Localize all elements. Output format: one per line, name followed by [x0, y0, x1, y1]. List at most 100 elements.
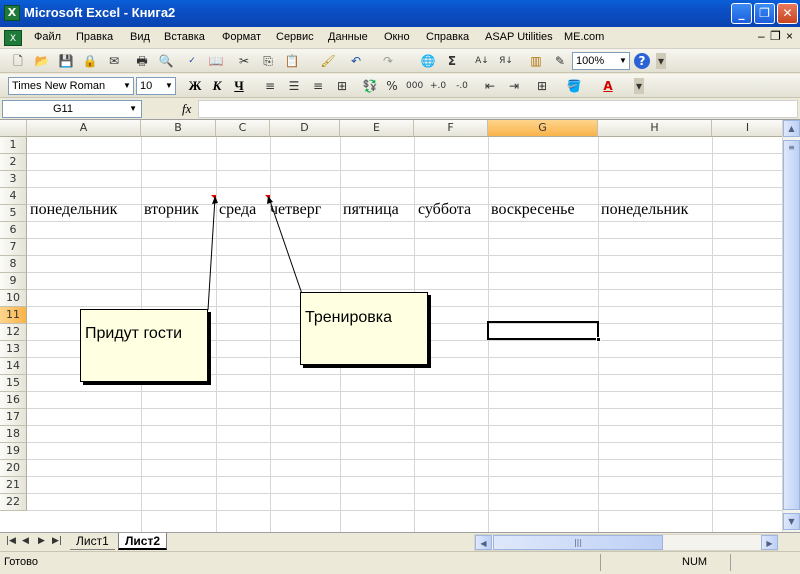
fill-color-icon[interactable]: 🪣	[566, 78, 582, 94]
formula-input[interactable]	[198, 100, 798, 118]
scroll-right-icon[interactable]: ▶	[761, 535, 778, 550]
menu-tools[interactable]: Сервис	[276, 31, 314, 43]
sort-descending-icon[interactable]: Я↓	[498, 53, 514, 69]
fill-handle[interactable]	[596, 337, 601, 342]
status-num-lock: NUM	[682, 556, 708, 568]
toolbar-options-icon[interactable]: ▾	[634, 78, 644, 94]
doc-close-icon[interactable]: ×	[786, 29, 793, 43]
sheet-tab-list1[interactable]: Лист1	[70, 533, 115, 550]
increase-indent-icon[interactable]: ⇥	[506, 78, 522, 94]
paste-icon[interactable]: 📋	[284, 53, 300, 69]
standard-toolbar: 🗋 📂 💾 🔒 ✉ 🖶 🔍 ✓ 📖 ✂ ⎘ 📋 🖌 ↶ ↷ 🌐 Σ A↓ Я↓ …	[0, 49, 800, 73]
chevron-down-icon: ▼	[123, 81, 131, 90]
name-box-value: G11	[53, 103, 73, 115]
comment-box[interactable]: Придут гости	[80, 309, 208, 382]
excel-icon[interactable]: X	[4, 5, 20, 21]
decrease-decimal-icon[interactable]: -.0	[454, 78, 470, 94]
menu-me-com[interactable]: ME.com	[564, 31, 604, 43]
doc-restore-icon[interactable]: ❐	[770, 29, 781, 43]
print-icon[interactable]: 🖶	[134, 53, 150, 69]
workbook-icon[interactable]: X	[4, 30, 22, 46]
redo-icon[interactable]: ↷	[380, 53, 396, 69]
percent-style-button[interactable]: %	[384, 78, 400, 94]
sheet-tab-list2[interactable]: Лист2	[118, 533, 168, 550]
last-sheet-icon[interactable]: ▶|	[52, 536, 62, 546]
font-name-select[interactable]: Times New Roman ▼	[8, 77, 134, 95]
maximize-button[interactable]: ❐	[754, 3, 775, 24]
sort-ascending-icon[interactable]: A↓	[474, 53, 490, 69]
arrowhead-icon	[267, 196, 273, 204]
menu-view[interactable]: Вид	[130, 31, 150, 43]
minimize-button[interactable]: _	[731, 3, 752, 24]
align-center-icon[interactable]: ☰	[286, 78, 302, 94]
hyperlink-icon[interactable]: 🌐	[420, 53, 436, 69]
help-icon[interactable]: ?	[634, 53, 650, 69]
chevron-down-icon: ▼	[619, 56, 627, 65]
menu-file[interactable]: Файл	[34, 31, 61, 43]
chevron-down-icon: ▼	[165, 81, 173, 90]
undo-icon[interactable]: ↶	[348, 53, 364, 69]
menu-edit[interactable]: Правка	[76, 31, 113, 43]
scroll-left-icon[interactable]: ◀	[475, 535, 492, 550]
zoom-select[interactable]: 100% ▼	[572, 52, 630, 70]
align-left-icon[interactable]: ≡	[262, 78, 278, 94]
toolbar-options-icon[interactable]: ▾	[656, 53, 666, 69]
font-color-icon[interactable]: A	[600, 78, 616, 94]
spelling-icon[interactable]: ✓	[184, 53, 200, 69]
sheet-tab-bar: |◀ ◀ ▶ ▶| Лист1 Лист2 ◀ ||| ▶	[0, 532, 800, 551]
active-cell-g11[interactable]	[487, 321, 601, 342]
menu-window[interactable]: Окно	[384, 31, 410, 43]
worksheet-grid[interactable]: A B C D E F G H I 1 2 3 4 5 6 7 8 9 10 11 12 13 14 15 1…	[0, 120, 782, 532]
menu-format[interactable]: Формат	[222, 31, 261, 43]
title-bar: X Microsoft Excel - Книга2 _ ❐ ✕	[0, 0, 800, 27]
print-preview-icon[interactable]: 🔍	[158, 53, 174, 69]
borders-icon[interactable]: ⊞	[534, 78, 550, 94]
comma-style-button[interactable]: 000	[406, 78, 423, 94]
currency-icon[interactable]: 💱	[362, 78, 378, 94]
name-box[interactable]: G11 ▼	[2, 100, 142, 118]
new-document-icon[interactable]: 🗋	[10, 53, 26, 69]
first-sheet-icon[interactable]: |◀	[6, 536, 16, 546]
comment-leader-line	[268, 197, 303, 295]
align-right-icon[interactable]: ≡	[310, 78, 326, 94]
menu-insert[interactable]: Вставка	[164, 31, 205, 43]
scroll-thumb[interactable]: |||	[493, 535, 663, 550]
chart-wizard-icon[interactable]: ▥	[528, 53, 544, 69]
prev-sheet-icon[interactable]: ◀	[22, 536, 29, 546]
comment-box[interactable]: Тренировка	[300, 292, 428, 365]
cut-icon[interactable]: ✂	[236, 53, 252, 69]
status-divider	[730, 554, 732, 571]
decrease-indent-icon[interactable]: ⇤	[482, 78, 498, 94]
permission-icon[interactable]: 🔒	[82, 53, 98, 69]
font-size-select[interactable]: 10 ▼	[136, 77, 176, 95]
underline-button[interactable]: Ч	[230, 78, 248, 94]
menu-data[interactable]: Данные	[328, 31, 368, 43]
open-folder-icon[interactable]: 📂	[34, 53, 50, 69]
format-painter-icon[interactable]: 🖌	[320, 53, 336, 69]
copy-icon[interactable]: ⎘	[260, 53, 276, 69]
increase-decimal-icon[interactable]: +.0	[430, 78, 446, 94]
status-ready: Готово	[4, 556, 38, 568]
email-icon[interactable]: ✉	[106, 53, 122, 69]
bold-button[interactable]: Ж	[186, 78, 204, 94]
merge-center-icon[interactable]: ⊞	[334, 78, 350, 94]
scroll-down-icon[interactable]: ▼	[783, 513, 800, 530]
research-icon[interactable]: 📖	[208, 53, 224, 69]
insert-function-icon[interactable]: fx	[182, 101, 191, 117]
next-sheet-icon[interactable]: ▶	[38, 536, 45, 546]
zoom-value: 100%	[576, 55, 605, 67]
menu-asap-utilities[interactable]: ASAP Utilities	[485, 31, 553, 43]
font-size-value: 10	[140, 80, 153, 92]
horizontal-scrollbar[interactable]: ◀ ||| ▶	[474, 534, 778, 551]
save-icon[interactable]: 💾	[58, 53, 74, 69]
doc-minimize-icon[interactable]: –	[758, 29, 765, 43]
menu-help[interactable]: Справка	[426, 31, 469, 43]
autosum-icon[interactable]: Σ	[444, 53, 460, 69]
status-bar: Готово NUM	[0, 551, 800, 574]
italic-button[interactable]: К	[208, 78, 226, 94]
close-button[interactable]: ✕	[777, 3, 798, 24]
scroll-up-icon[interactable]: ▲	[783, 120, 800, 137]
vertical-scrollbar[interactable]: ▲ ≡ ▼	[782, 120, 800, 532]
scroll-thumb[interactable]: ≡	[783, 140, 800, 510]
drawing-icon[interactable]: ✎	[552, 53, 568, 69]
